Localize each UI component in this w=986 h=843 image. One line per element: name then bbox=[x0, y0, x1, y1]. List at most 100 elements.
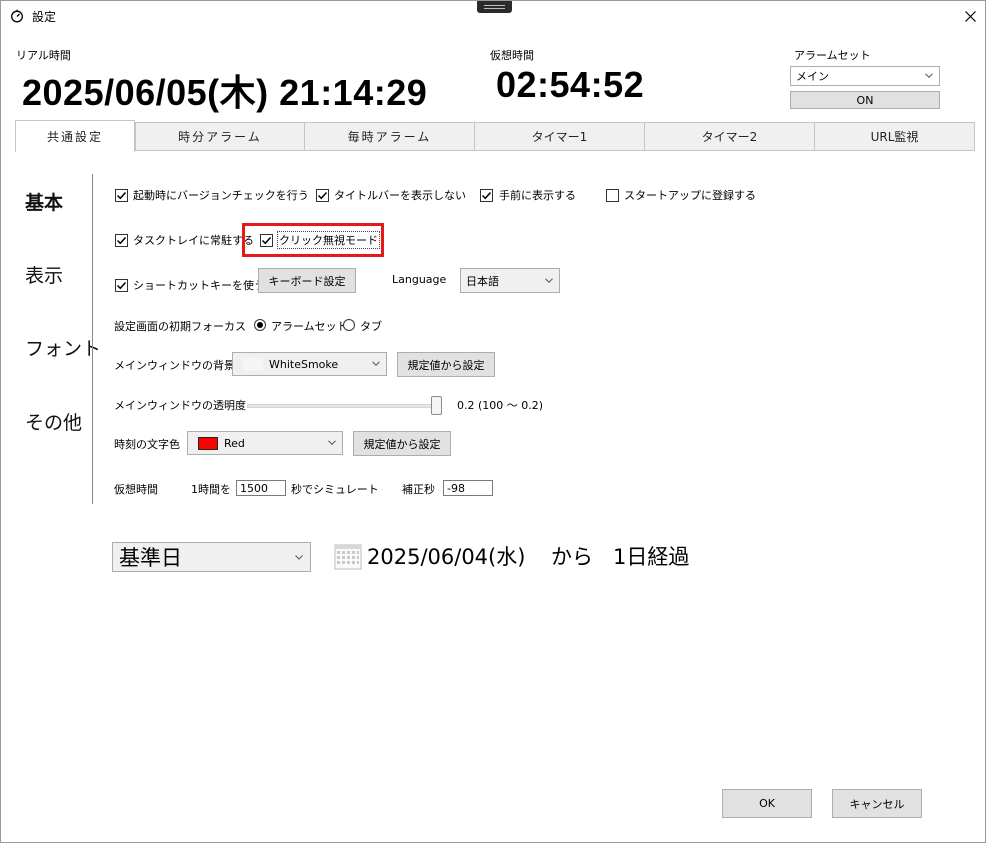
chevron-down-icon bbox=[372, 361, 380, 366]
text-color-swatch bbox=[198, 437, 218, 450]
alarm-set-select[interactable]: メイン bbox=[790, 66, 940, 86]
simulate-label: 秒でシミュレート bbox=[291, 483, 379, 496]
close-button[interactable] bbox=[959, 5, 981, 27]
topmost-checkbox[interactable] bbox=[480, 189, 493, 202]
opacity-label: メインウィンドウの透明度 bbox=[114, 399, 246, 412]
shortcut-label: ショートカットキーを使う bbox=[133, 279, 265, 292]
tab-label: URL監視 bbox=[870, 130, 919, 144]
elapsed-days: 1日経過 bbox=[613, 545, 690, 569]
timer-icon bbox=[11, 9, 23, 23]
focus-tab-label: タブ bbox=[360, 320, 382, 333]
bg-color-reset-button[interactable]: 規定値から設定 bbox=[397, 352, 495, 377]
cancel-label: キャンセル bbox=[849, 797, 905, 811]
shortcut-checkbox[interactable] bbox=[115, 279, 128, 292]
correction-input[interactable]: -98 bbox=[443, 480, 493, 496]
correction-label: 補正秒 bbox=[402, 483, 435, 496]
tab-hm-alarm[interactable]: 時分アラーム bbox=[135, 122, 305, 151]
startup-label: スタートアップに登録する bbox=[624, 189, 756, 202]
nav-basic[interactable]: 基本 bbox=[25, 188, 63, 215]
calendar-icon[interactable] bbox=[334, 543, 362, 571]
tab-label: 毎時アラーム bbox=[347, 130, 432, 144]
virtual-time-label: 仮想時間 bbox=[490, 49, 534, 62]
opacity-slider-track[interactable] bbox=[247, 404, 442, 408]
cancel-button[interactable]: キャンセル bbox=[832, 789, 922, 818]
checkmark-icon bbox=[116, 236, 127, 245]
ok-label: OK bbox=[759, 797, 775, 810]
chevron-down-icon bbox=[925, 73, 933, 78]
tab-common[interactable]: 共通設定 bbox=[15, 120, 135, 152]
real-time-label: リアル時間 bbox=[16, 49, 71, 62]
nav-font[interactable]: フォント bbox=[25, 334, 101, 361]
language-select[interactable]: 日本語 bbox=[460, 268, 560, 293]
tab-bar: 共通設定 時分アラーム 毎時アラーム タイマー1 タイマー2 URL監視 bbox=[15, 120, 975, 152]
close-icon bbox=[964, 10, 976, 22]
language-label: Language bbox=[392, 273, 447, 286]
click-through-label: クリック無視モード bbox=[277, 231, 380, 249]
topmost-label: 手前に表示する bbox=[499, 189, 576, 202]
tab-url-monitor[interactable]: URL監視 bbox=[815, 122, 975, 151]
title-bar[interactable]: 設定 bbox=[1, 1, 985, 32]
virtual-time-clock: 02:54:52 bbox=[496, 64, 645, 105]
tab-panel-border bbox=[15, 150, 975, 151]
drag-handle[interactable] bbox=[477, 1, 512, 13]
base-date-from: から bbox=[551, 545, 593, 569]
keyboard-settings-label: キーボード設定 bbox=[268, 274, 346, 288]
checkmark-icon bbox=[116, 281, 127, 290]
bg-color-swatch bbox=[243, 358, 263, 371]
tasktray-checkbox[interactable] bbox=[115, 234, 128, 247]
base-date-value: 2025/06/04(水) bbox=[367, 545, 526, 569]
virtual-time-setting-label: 仮想時間 bbox=[114, 483, 158, 496]
chevron-down-icon bbox=[295, 555, 303, 560]
version-check-label: 起動時にバージョンチェックを行う bbox=[133, 189, 309, 202]
correction-value: -98 bbox=[447, 481, 465, 495]
focus-alarm-radio[interactable] bbox=[254, 319, 266, 331]
tab-timer-2[interactable]: タイマー2 bbox=[645, 122, 815, 151]
hide-titlebar-checkbox[interactable] bbox=[316, 189, 329, 202]
tasktray-label: タスクトレイに常駐する bbox=[133, 234, 254, 247]
bg-color-reset-label: 規定値から設定 bbox=[407, 358, 485, 372]
nav-display[interactable]: 表示 bbox=[25, 261, 63, 288]
tab-label: 時分アラーム bbox=[178, 130, 262, 144]
text-color-reset-button[interactable]: 規定値から設定 bbox=[353, 431, 451, 456]
text-color-select[interactable]: Red bbox=[187, 431, 343, 455]
nav-other[interactable]: その他 bbox=[25, 408, 82, 435]
opacity-slider-thumb[interactable] bbox=[431, 396, 442, 415]
text-color-value: Red bbox=[224, 436, 245, 450]
keyboard-settings-button[interactable]: キーボード設定 bbox=[258, 268, 356, 293]
ok-button[interactable]: OK bbox=[722, 789, 812, 818]
language-value: 日本語 bbox=[466, 274, 499, 288]
base-date-select[interactable]: 基準日 bbox=[112, 542, 311, 572]
nav-divider bbox=[92, 174, 93, 504]
per-hour-label: 1時間を bbox=[191, 483, 231, 496]
text-color-label: 時刻の文字色 bbox=[114, 438, 180, 451]
alarm-on-button[interactable]: ON bbox=[790, 91, 940, 109]
bg-color-value: WhiteSmoke bbox=[269, 357, 339, 371]
simulate-seconds-value: 1500 bbox=[240, 481, 268, 495]
chevron-down-icon bbox=[328, 440, 336, 445]
alarm-set-label: アラームセット bbox=[794, 49, 871, 62]
checkmark-icon bbox=[261, 236, 272, 245]
tab-timer-1[interactable]: タイマー1 bbox=[475, 122, 645, 151]
window-title: 設定 bbox=[32, 10, 57, 24]
simulate-seconds-input[interactable]: 1500 bbox=[236, 480, 286, 496]
tab-hourly-alarm[interactable]: 毎時アラーム bbox=[305, 122, 475, 151]
tab-label: タイマー1 bbox=[531, 130, 588, 144]
focus-tab-radio[interactable] bbox=[343, 319, 355, 331]
checkmark-icon bbox=[116, 191, 127, 200]
text-color-reset-label: 規定値から設定 bbox=[363, 437, 441, 451]
bg-color-label: メインウィンドウの背景色 bbox=[114, 359, 246, 372]
version-check-checkbox[interactable] bbox=[115, 189, 128, 202]
tab-label: 共通設定 bbox=[46, 130, 103, 144]
base-date-combo-value: 基準日 bbox=[119, 546, 182, 570]
bg-color-select[interactable]: WhiteSmoke bbox=[232, 352, 387, 376]
real-time-clock: 2025/06/05(木) 21:14:29 bbox=[22, 72, 428, 113]
tab-label: タイマー2 bbox=[701, 130, 758, 144]
opacity-value: 0.2 (100 〜 0.2) bbox=[457, 399, 544, 412]
settings-window: 設定 リアル時間 2025/06/05(木) 21:14:29 仮想時間 02:… bbox=[0, 0, 986, 843]
click-through-checkbox[interactable] bbox=[260, 234, 273, 247]
startup-checkbox[interactable] bbox=[606, 189, 619, 202]
checkmark-icon bbox=[481, 191, 492, 200]
checkmark-icon bbox=[317, 191, 328, 200]
focus-alarm-label: アラームセット bbox=[271, 320, 348, 333]
alarm-on-label: ON bbox=[856, 93, 874, 107]
